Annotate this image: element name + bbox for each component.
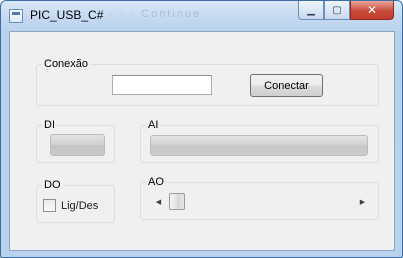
close-button[interactable]: ✕ [350, 1, 394, 20]
form-client-area: Conexão Conectar DI AI DO Lig/Des AO ◀ ▶ [9, 31, 395, 251]
conexao-group-label: Conexão [42, 58, 91, 70]
di-group: DI [36, 119, 115, 163]
ao-group-label: AO [146, 176, 166, 188]
conexao-group: Conexão Conectar [36, 58, 379, 106]
di-indicator [50, 134, 105, 156]
ai-group: AI [140, 119, 379, 163]
ao-scroll-thumb[interactable] [169, 193, 185, 210]
connect-button[interactable]: Conectar [250, 74, 323, 97]
app-window: PIC_USB_C# · · · Continue ▁ ▢ ✕ Conexão … [0, 0, 403, 258]
port-input[interactable] [112, 75, 212, 95]
minimize-button[interactable]: ▁ [298, 1, 324, 20]
ao-scrollbar[interactable]: ◀ ▶ [150, 193, 371, 210]
scroll-right-arrow-icon[interactable]: ▶ [354, 193, 371, 210]
maximize-button[interactable]: ▢ [324, 1, 350, 20]
background-toolbar-text: · · · Continue [109, 8, 202, 20]
do-group: DO Lig/Des [36, 179, 115, 223]
scroll-left-arrow-icon[interactable]: ◀ [150, 193, 167, 210]
caption-buttons: ▁ ▢ ✕ [298, 1, 394, 21]
title-bar[interactable]: PIC_USB_C# · · · Continue ▁ ▢ ✕ [1, 1, 402, 31]
ai-progress-bar [150, 135, 368, 156]
lig-des-checkbox[interactable] [43, 199, 56, 212]
di-group-label: DI [42, 119, 57, 131]
lig-des-label[interactable]: Lig/Des [61, 200, 98, 212]
do-group-label: DO [42, 179, 63, 191]
ai-group-label: AI [146, 119, 161, 131]
app-window-icon [9, 9, 23, 23]
do-checkbox-row[interactable]: Lig/Des [43, 199, 98, 212]
window-title: PIC_USB_C# [30, 8, 104, 22]
ao-group: AO ◀ ▶ [140, 176, 379, 220]
